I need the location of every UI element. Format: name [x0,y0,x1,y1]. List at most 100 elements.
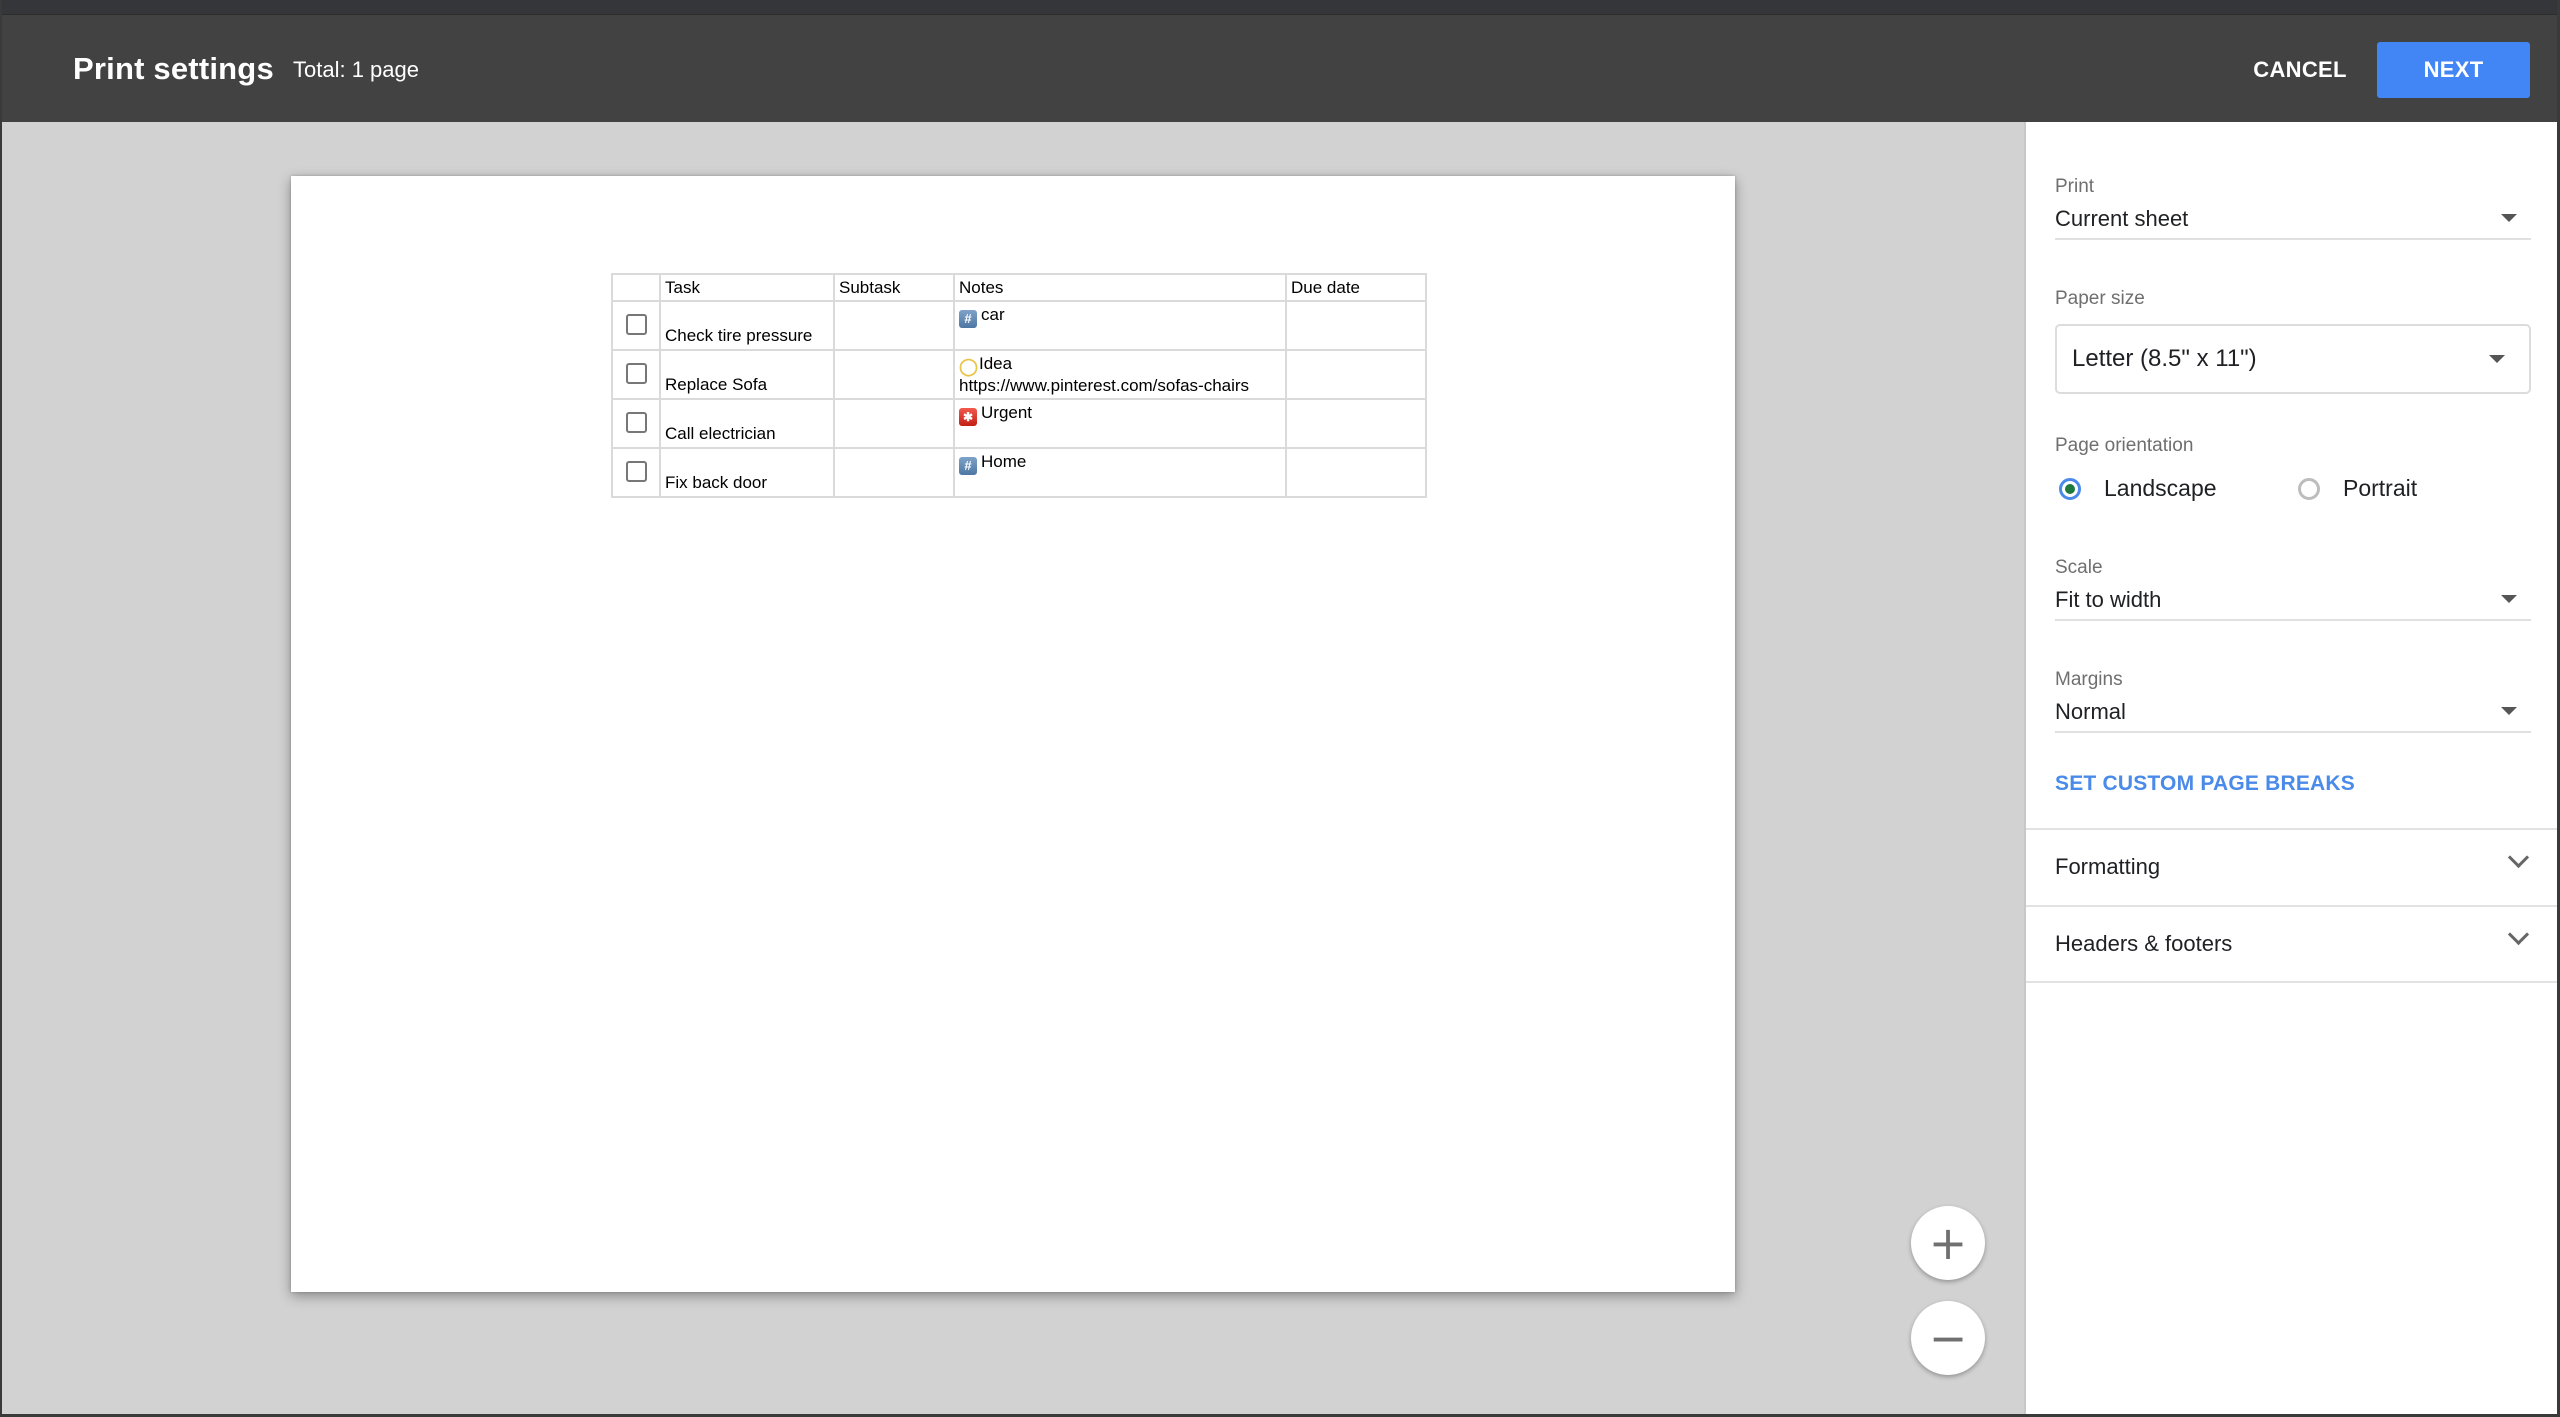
subtask-cell [833,300,955,351]
subtask-cell [833,349,955,400]
print-label: Print [2055,176,2095,197]
light-bulb-icon: ◯ [959,357,979,376]
sheet-table: Task Subtask Notes Due date Check tire p… [611,273,1427,498]
column-header-due-date: Due date [1285,273,1427,302]
preview-page: Task Subtask Notes Due date Check tire p… [291,176,1735,1292]
margins-value: Normal [2055,699,2126,724]
task-cell: Replace Sofa [659,349,835,400]
due-date-cell [1285,300,1427,351]
paper-size-select[interactable]: Letter (8.5" x 11") [2055,324,2531,394]
paper-size-label: Paper size [2055,288,2145,309]
landscape-label: Landscape [2104,475,2217,501]
dropdown-arrow-icon [2501,214,2517,222]
print-select[interactable]: Current sheet [2055,204,2531,240]
dropdown-arrow-icon [2489,355,2505,363]
settings-panel: Print Current sheet Paper size Letter (8… [2024,122,2560,1417]
radio-unchecked-icon [2298,477,2320,500]
due-date-cell [1285,447,1427,498]
chevron-down-icon [2507,923,2530,946]
orientation-field: Page orientation Landscape Portrait [2055,435,2531,515]
divider [2026,981,2560,983]
note-tag-line: ◯Idea [959,354,1281,376]
due-date-cell [1285,349,1427,400]
note-tag: Home [981,452,1027,471]
keycap-hash-icon: # [959,457,977,475]
window-top-strip [0,0,2560,14]
margins-field: Margins Normal [2055,669,2531,733]
note-tag: Urgent [981,403,1033,422]
zoom-in-button[interactable]: + [1911,1206,1985,1280]
task-text: Check tire pressure [665,326,813,345]
task-text: Fix back door [665,473,768,492]
subtask-cell [833,398,955,449]
checkbox-icon [625,460,647,482]
print-value: Current sheet [2055,206,2189,231]
task-text: Replace Sofa [665,375,768,394]
checkbox-icon [625,411,647,433]
headers-footers-title: Headers & footers [2055,931,2233,956]
plus-icon: + [1928,1216,1968,1270]
orientation-label: Page orientation [2055,435,2194,456]
margins-select[interactable]: Normal [2055,697,2531,733]
formatting-title: Formatting [2055,854,2161,879]
paper-size-value: Letter (8.5" x 11") [2072,345,2257,372]
zoom-out-button[interactable]: − [1911,1301,1985,1375]
print-settings-header: Print settings Total: 1 page CANCEL NEXT [0,14,2560,122]
task-cell: Call electrician [659,398,835,449]
radio-checked-icon [2059,477,2081,500]
table-row: Fix back door # Home [611,447,1427,498]
checkbox-icon [625,313,647,335]
margins-label: Margins [2055,669,2123,690]
cancel-button[interactable]: CANCEL [2240,42,2360,98]
task-text: Call electrician [665,424,776,443]
note-tag: Idea [979,354,1013,373]
scale-field: Scale Fit to width [2055,557,2531,621]
print-preview-area: Task Subtask Notes Due date Check tire p… [0,122,2024,1417]
column-header-subtask: Subtask [833,273,955,302]
portrait-label: Portrait [2343,475,2418,501]
notes-cell: ◯Idea https://www.pinterest.com/sofas-ch… [953,349,1287,400]
column-header-task: Task [659,273,835,302]
note-tag-line: # car [959,305,1281,328]
note-tag-line: # Home [959,452,1281,475]
checkbox-cell [611,300,661,351]
notes-cell: # car [953,300,1287,351]
subtask-cell [833,447,955,498]
column-header-notes: Notes [953,273,1287,302]
table-row: Call electrician ✱ Urgent [611,398,1427,449]
scale-select[interactable]: Fit to width [2055,585,2531,621]
checkbox-cell [611,447,661,498]
column-header-checkbox [611,273,661,302]
minus-icon: − [1928,1311,1968,1365]
checkbox-cell [611,349,661,400]
task-cell: Check tire pressure [659,300,835,351]
orientation-radio-group: Landscape Portrait [2055,475,2531,515]
keycap-hash-icon: # [959,310,977,328]
note-tag-line: ✱ Urgent [959,403,1281,426]
scale-label: Scale [2055,557,2103,578]
print-field: Print Current sheet [2055,176,2531,240]
table-header-row: Task Subtask Notes Due date [611,273,1427,302]
checkbox-cell [611,398,661,449]
page-title: Print settings [73,51,274,86]
next-button[interactable]: NEXT [2377,42,2530,98]
note-url: https://www.pinterest.com/sofas-chairs [959,376,1250,395]
due-date-cell [1285,398,1427,449]
table-row: Check tire pressure # car [611,300,1427,351]
dropdown-arrow-icon [2501,707,2517,715]
formatting-section[interactable]: Formatting [2026,830,2560,904]
scale-value: Fit to width [2055,587,2162,612]
table-row: Replace Sofa ◯Idea https://www.pinterest… [611,349,1427,400]
set-custom-page-breaks-link[interactable]: SET CUSTOM PAGE BREAKS [2055,772,2355,796]
note-tag: car [981,305,1005,324]
portrait-radio[interactable]: Portrait [2298,475,2417,502]
siren-icon: ✱ [959,408,977,426]
paper-size-field: Paper size Letter (8.5" x 11") [2055,288,2531,394]
landscape-radio[interactable]: Landscape [2059,475,2217,502]
task-cell: Fix back door [659,447,835,498]
total-pages: Total: 1 page [293,57,419,82]
chevron-down-icon [2507,846,2530,869]
headers-footers-section[interactable]: Headers & footers [2026,907,2560,981]
notes-cell: # Home [953,447,1287,498]
checkbox-icon [625,362,647,384]
